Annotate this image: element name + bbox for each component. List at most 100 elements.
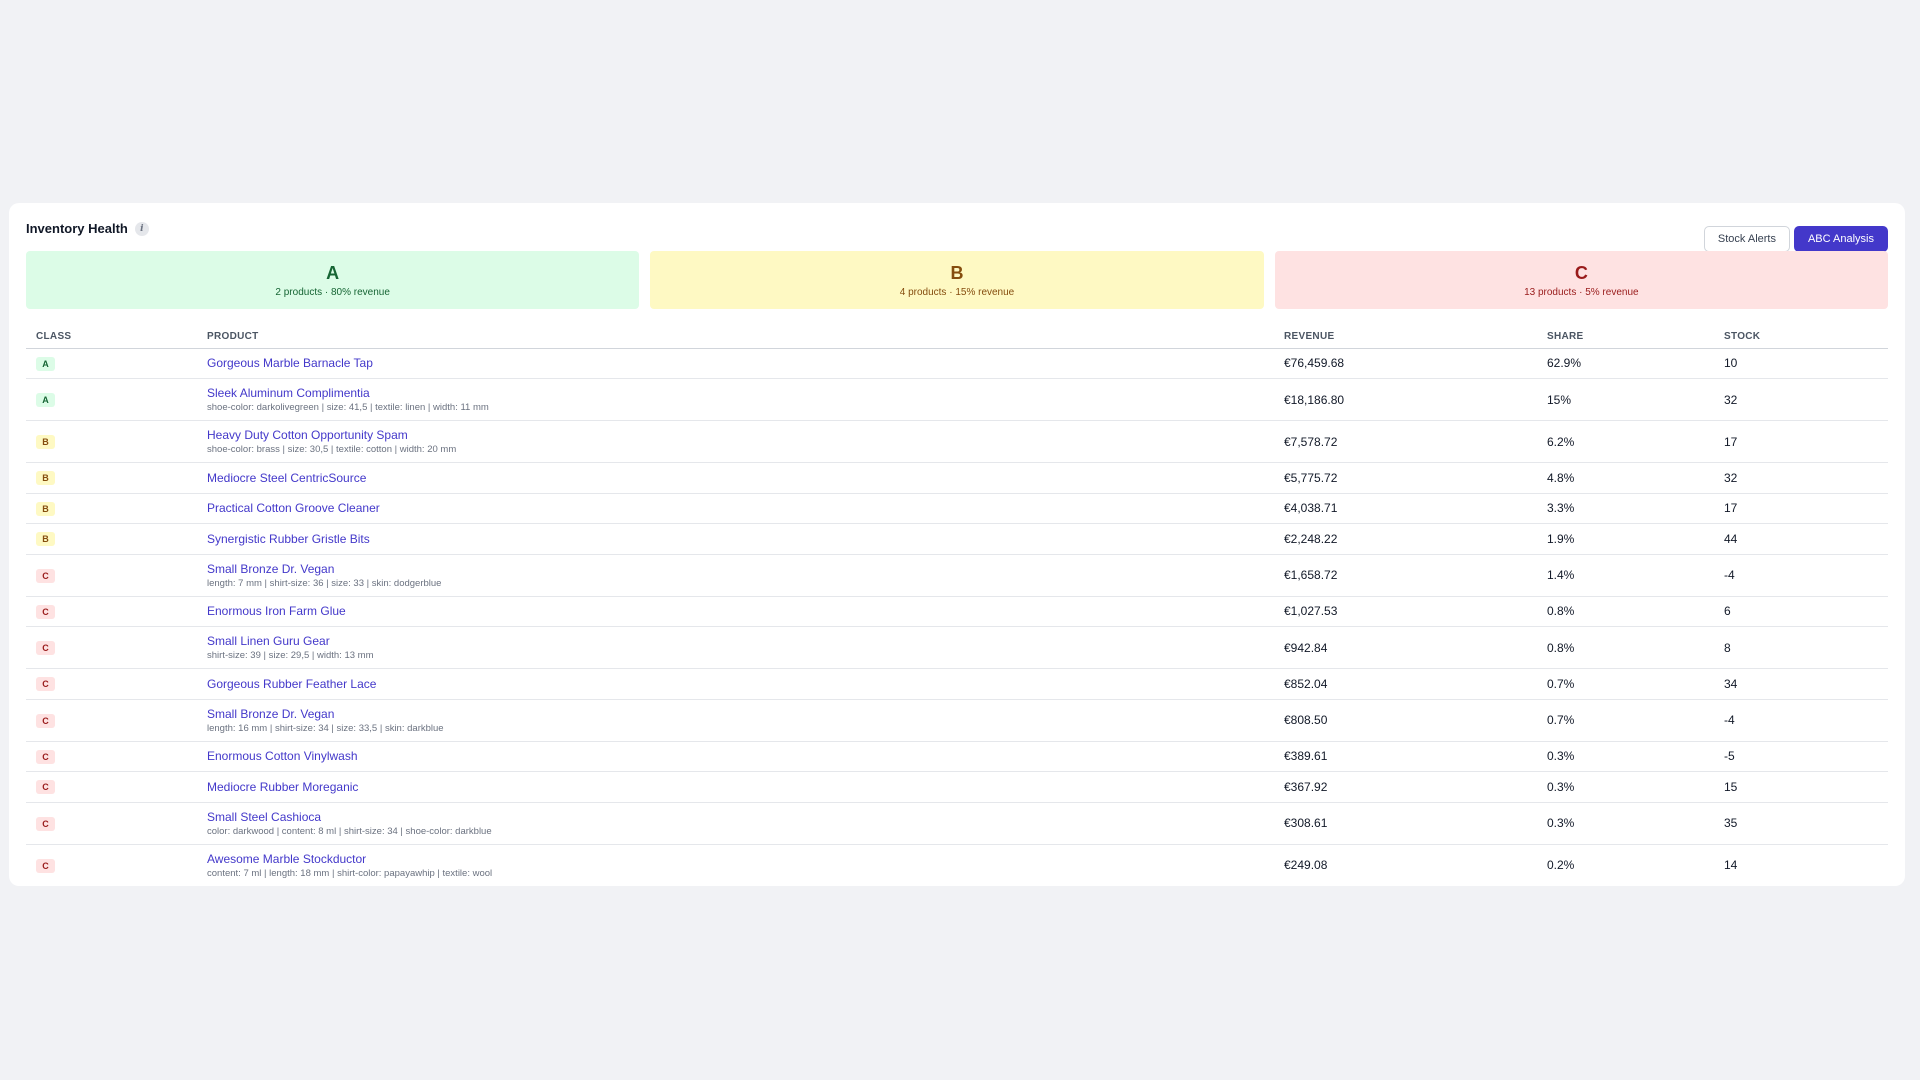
revenue-cell: €389.61 [1274, 741, 1537, 772]
product-link[interactable]: Gorgeous Marble Barnacle Tap [207, 356, 1274, 370]
product-cell: Enormous Iron Farm Glue [197, 596, 1274, 627]
product-link[interactable]: Small Steel Cashioca [207, 810, 1274, 824]
card-title: Inventory Health [26, 221, 128, 236]
product-cell: Gorgeous Marble Barnacle Tap [197, 348, 1274, 379]
table-row: C Small Bronze Dr. Vegan length: 16 mm | s… [26, 699, 1888, 742]
stock-cell: 17 [1714, 493, 1888, 524]
stock-cell: 32 [1714, 378, 1888, 421]
product-cell: Small Bronze Dr. Vegan length: 7 mm | shi… [197, 554, 1274, 597]
abc-summary: A 2 products · 80% revenue B 4 products … [26, 251, 1888, 309]
table-row: A Gorgeous Marble Barnacle Tap €76,459.68 6… [26, 348, 1888, 379]
product-attributes: shoe-color: darkolivegreen | size: 41,5 … [207, 402, 489, 413]
product-attributes: length: 16 mm | shirt-size: 34 | size: 3… [207, 722, 444, 734]
revenue-cell: €808.50 [1274, 699, 1537, 742]
table-row: B Practical Cotton Groove Cleaner €4,038.7… [26, 493, 1888, 524]
class-cell: C [26, 626, 197, 669]
stock-cell: -4 [1714, 699, 1888, 742]
product-cell: Small Bronze Dr. Vegan length: 16 mm | sh… [197, 699, 1274, 742]
stock-cell: 14 [1714, 844, 1888, 886]
table-row: C Mediocre Rubber Moreganic €367.92 0.3% 15 [26, 771, 1888, 803]
class-cell: C [26, 668, 197, 700]
product-cell: Mediocre Steel CentricSource [197, 462, 1274, 494]
product-link[interactable]: Enormous Cotton Vinylwash [207, 749, 1274, 763]
share-cell: 6.2% [1537, 420, 1714, 463]
product-link[interactable]: Gorgeous Rubber Feather Lace [207, 677, 1274, 691]
share-cell: 0.8% [1537, 596, 1714, 627]
product-cell: Heavy Duty Cotton Opportunity Spam shoe-c… [197, 420, 1274, 463]
stock-cell: 8 [1714, 626, 1888, 669]
product-link[interactable]: Sleek Aluminum Complimentia [207, 386, 1274, 400]
product-link[interactable]: Mediocre Steel CentricSource [207, 471, 1274, 485]
product-link[interactable]: Small Linen Guru Gear [207, 634, 1274, 648]
class-badge: B [36, 501, 55, 516]
stock-cell: 6 [1714, 596, 1888, 627]
product-link[interactable]: Small Bronze Dr. Vegan [207, 707, 1274, 721]
column-header-class[interactable]: CLASS [26, 325, 197, 349]
class-cell: C [26, 699, 197, 742]
revenue-cell: €2,248.22 [1274, 523, 1537, 555]
abc-analysis-button[interactable]: ABC Analysis [1793, 226, 1888, 252]
view-toggle: Stock Alerts ABC Analysis [1703, 226, 1888, 252]
column-header-share[interactable]: SHARE [1537, 325, 1714, 349]
table-row: C Awesome Marble Stockductor content: 7 ml… [26, 844, 1888, 886]
share-cell: 0.7% [1537, 668, 1714, 700]
summary-class-b: B 4 products · 15% revenue [650, 251, 1264, 309]
product-link[interactable]: Synergistic Rubber Gristle Bits [207, 532, 1274, 546]
product-link[interactable]: Enormous Iron Farm Glue [207, 604, 1274, 618]
class-cell: B [26, 462, 197, 494]
product-attributes: color: darkwood | content: 8 ml | shirt-… [207, 825, 492, 837]
column-header-product[interactable]: PRODUCT [197, 325, 1274, 349]
product-attributes: length: 7 mm | shirt-size: 36 | size: 33… [207, 577, 442, 589]
product-cell: Synergistic Rubber Gristle Bits [197, 523, 1274, 555]
product-link[interactable]: Heavy Duty Cotton Opportunity Spam [207, 428, 1274, 442]
stock-cell: 17 [1714, 420, 1888, 463]
column-header-revenue[interactable]: REVENUE [1274, 325, 1537, 349]
share-cell: 0.3% [1537, 741, 1714, 772]
class-badge: A [36, 356, 55, 371]
class-cell: C [26, 596, 197, 627]
product-link[interactable]: Small Bronze Dr. Vegan [207, 562, 1274, 576]
summary-letter: B [950, 263, 964, 283]
class-badge: C [36, 858, 55, 873]
revenue-cell: €18,186.80 [1274, 378, 1537, 421]
share-cell: 0.8% [1537, 626, 1714, 669]
inventory-health-card: Inventory Health i Stock Alerts ABC Anal… [9, 203, 1905, 886]
stock-cell: 34 [1714, 668, 1888, 700]
share-cell: 15% [1537, 378, 1714, 421]
stock-alerts-button[interactable]: Stock Alerts [1703, 226, 1790, 252]
stock-cell: 15 [1714, 771, 1888, 803]
share-cell: 4.8% [1537, 462, 1714, 494]
class-cell: C [26, 771, 197, 803]
title-wrap: Inventory Health i [26, 221, 149, 236]
column-header-stock[interactable]: STOCK [1714, 325, 1888, 349]
revenue-cell: €5,775.72 [1274, 462, 1537, 494]
class-cell: C [26, 802, 197, 845]
revenue-cell: €942.84 [1274, 626, 1537, 669]
card-header: Inventory Health i Stock Alerts ABC Anal… [26, 219, 1888, 252]
table-row: C Enormous Iron Farm Glue €1,027.53 0.8% 6 [26, 596, 1888, 627]
stock-cell: 35 [1714, 802, 1888, 845]
share-cell: 0.2% [1537, 844, 1714, 886]
info-icon[interactable]: i [134, 221, 149, 236]
summary-desc: 13 products · 5% revenue [1524, 287, 1639, 298]
summary-letter: A [326, 263, 340, 283]
product-link[interactable]: Mediocre Rubber Moreganic [207, 780, 1274, 794]
class-badge: C [36, 816, 55, 831]
product-link[interactable]: Practical Cotton Groove Cleaner [207, 501, 1274, 515]
class-cell: C [26, 741, 197, 772]
table-row: C Gorgeous Rubber Feather Lace €852.04 0.7%… [26, 668, 1888, 700]
revenue-cell: €308.61 [1274, 802, 1537, 845]
product-attributes: shoe-color: brass | size: 30,5 | textile… [207, 444, 457, 455]
share-cell: 0.7% [1537, 699, 1714, 742]
product-link[interactable]: Awesome Marble Stockductor [207, 852, 1274, 866]
share-cell: 62.9% [1537, 348, 1714, 379]
revenue-cell: €4,038.71 [1274, 493, 1537, 524]
share-cell: 3.3% [1537, 493, 1714, 524]
revenue-cell: €76,459.68 [1274, 348, 1537, 379]
share-cell: 0.3% [1537, 802, 1714, 845]
table-row: C Small Bronze Dr. Vegan length: 7 mm | sh… [26, 554, 1888, 597]
table-row: B Mediocre Steel CentricSource €5,775.72 4.… [26, 462, 1888, 494]
table-row: C Small Steel Cashioca color: darkwood | c… [26, 802, 1888, 845]
table-row: A Sleek Aluminum Complimentia shoe-color: … [26, 378, 1888, 421]
class-badge: C [36, 568, 55, 583]
